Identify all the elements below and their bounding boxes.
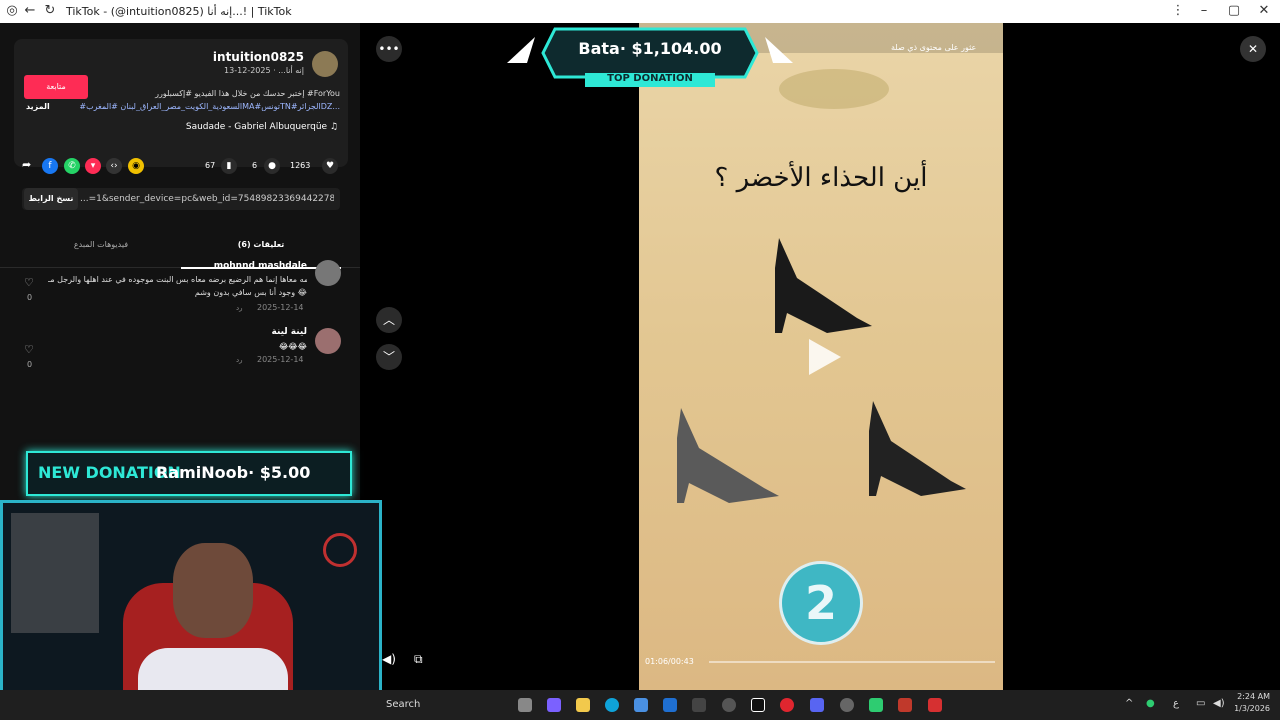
tiktok-icon[interactable]: [751, 698, 765, 712]
creator-username[interactable]: intuition0825: [180, 50, 304, 64]
taskbar: Search ^ ● ع ▭ ◀) 2:24 AM 1/3/2026: [0, 690, 1280, 720]
top-donation-label: TOP DONATION: [585, 73, 715, 87]
back-icon[interactable]: ←: [22, 3, 38, 19]
comment-avatar[interactable]: [315, 328, 341, 354]
clock-time[interactable]: 2:24 AM: [1232, 692, 1270, 701]
maximize-icon[interactable]: ▢: [1226, 3, 1242, 19]
pip-icon[interactable]: ⧉: [414, 652, 423, 667]
caption-hashtags[interactable]: #السعودية_الكويت_مصر_العراق_لبنان #المغر…: [60, 102, 340, 111]
close-window-icon[interactable]: ✕: [1256, 3, 1272, 19]
brain-icon: [779, 69, 889, 109]
facebook-icon[interactable]: f: [42, 158, 58, 174]
comment-like-count: 0: [27, 360, 33, 369]
save-count: 67: [205, 161, 216, 170]
app-4k-icon[interactable]: [722, 698, 736, 712]
bookmark-icon[interactable]: ▮: [221, 158, 237, 174]
music-label[interactable]: Saudade - Gabriel Albuquerqüe ♫: [140, 122, 338, 132]
like-count: 1263: [290, 161, 311, 170]
more-button[interactable]: المزيد: [26, 102, 50, 111]
app-icon[interactable]: [840, 698, 854, 712]
previous-video-button[interactable]: ︿: [376, 307, 402, 333]
no-smoking-sign: [323, 533, 357, 567]
speaker-icon[interactable]: ◀): [1213, 698, 1225, 709]
file-explorer-icon[interactable]: [576, 698, 590, 712]
tab-creator-videos[interactable]: فيديوهات المبدع: [21, 240, 181, 249]
coin-icon[interactable]: ◉: [128, 158, 144, 174]
new-donation-text: RamiNoob· $5.00: [156, 463, 311, 482]
shoe-icon: [775, 238, 872, 333]
comment-user[interactable]: mohnnd mashdale: [150, 261, 307, 271]
reply-button[interactable]: رد: [236, 304, 243, 312]
mic-icon[interactable]: ●: [1146, 698, 1155, 709]
play-icon[interactable]: [805, 337, 845, 377]
edge-icon[interactable]: [605, 698, 619, 712]
next-video-button[interactable]: ﹀: [376, 344, 402, 370]
video-player[interactable]: عثور على محتوى ذي صلة أين الحذاء الأخضر …: [639, 23, 1003, 690]
top-donation-overlay: Bata· $1,104.00 TOP DONATION: [505, 23, 795, 87]
network-icon[interactable]: ▭: [1196, 698, 1205, 709]
caption-line-1: إختبر حدسك من خلال هذا الفيديو #إكسبلورر…: [155, 89, 340, 98]
webcam-background: [11, 513, 99, 633]
shoe-icon: [677, 408, 779, 503]
browser-titlebar: ◎ ← ↻ TikTok - (@intuition0825) إنه أنا.…: [0, 0, 1280, 23]
embed-icon[interactable]: ‹›: [106, 158, 122, 174]
reply-button[interactable]: رد: [236, 356, 243, 364]
more-icon[interactable]: ⋮: [1170, 3, 1186, 19]
app-icon[interactable]: [898, 698, 912, 712]
app-icon: ◎: [6, 3, 18, 18]
comment-date: 2025-12-14: [257, 303, 304, 312]
reload-icon[interactable]: ↻: [42, 3, 58, 19]
store-icon[interactable]: [634, 698, 648, 712]
top-donation-amount: Bata· $1,104.00: [578, 39, 722, 58]
comment-text: 😂😂😂: [278, 342, 307, 351]
new-donation-overlay: NEW DONATION RamiNoob· $5.00: [26, 451, 352, 496]
copy-link-button[interactable]: نسخ الرابط: [24, 188, 78, 210]
language-indicator[interactable]: ع: [1173, 698, 1179, 709]
progress-track[interactable]: [709, 661, 995, 663]
webcam-overlay: [0, 500, 382, 720]
shoe-icon: [869, 401, 966, 496]
comment-icon[interactable]: ●: [264, 158, 280, 174]
post-meta: إنه أنا... · 2025-12-13: [224, 66, 304, 75]
copilot-icon[interactable]: [547, 698, 561, 712]
share-icon[interactable]: ➦: [22, 158, 31, 171]
comment-avatar[interactable]: [315, 260, 341, 286]
share-link[interactable]: ...=1&sender_device=pc&web_id=7548982336…: [80, 194, 334, 204]
comment-text: قم الجرمه معاها إنما هم الرضيع برضه معاه…: [48, 275, 307, 284]
discord-icon[interactable]: [810, 698, 824, 712]
opera-icon[interactable]: [780, 698, 794, 712]
comment-count: 6: [252, 161, 258, 170]
taskbar-search[interactable]: Search: [386, 699, 420, 710]
more-options-button[interactable]: •••: [376, 36, 402, 62]
window-title: TikTok - (@intuition0825) إنه أنا...! | …: [66, 5, 292, 18]
like-icon[interactable]: ♥: [322, 158, 338, 174]
streamer-face: [173, 543, 253, 638]
comment-like-icon[interactable]: ♡: [24, 343, 34, 356]
related-content-label[interactable]: عثور على محتوى ذي صلة: [891, 43, 976, 52]
tiktok-share-icon[interactable]: ▾: [85, 158, 101, 174]
comment-like-icon[interactable]: ♡: [24, 276, 34, 289]
outlook-icon[interactable]: [663, 698, 677, 712]
comment-like-count: 0: [27, 293, 33, 302]
clock-date[interactable]: 1/3/2026: [1232, 704, 1270, 713]
creator-avatar[interactable]: [312, 51, 338, 77]
comment-date: 2025-12-14: [257, 355, 304, 364]
comment-user[interactable]: لينة لينة: [200, 327, 307, 337]
volume-icon[interactable]: ◀): [382, 652, 396, 666]
task-view-icon[interactable]: [518, 698, 532, 712]
close-icon[interactable]: ✕: [1240, 36, 1266, 62]
tray-chevron-icon[interactable]: ^: [1125, 698, 1133, 709]
minimize-icon[interactable]: –: [1196, 3, 1212, 19]
app-icon[interactable]: [928, 698, 942, 712]
whatsapp-icon[interactable]: ✆: [64, 158, 80, 174]
steam-icon[interactable]: [692, 698, 706, 712]
app-icon[interactable]: [869, 698, 883, 712]
quiz-question: أين الحذاء الأخضر ؟: [714, 163, 928, 193]
video-time: 01:06/00:43: [645, 657, 694, 666]
countdown-timer: 2: [779, 561, 863, 645]
comment-text-2: وجود أنا بس سافي بدون وشم 😂: [194, 288, 307, 297]
